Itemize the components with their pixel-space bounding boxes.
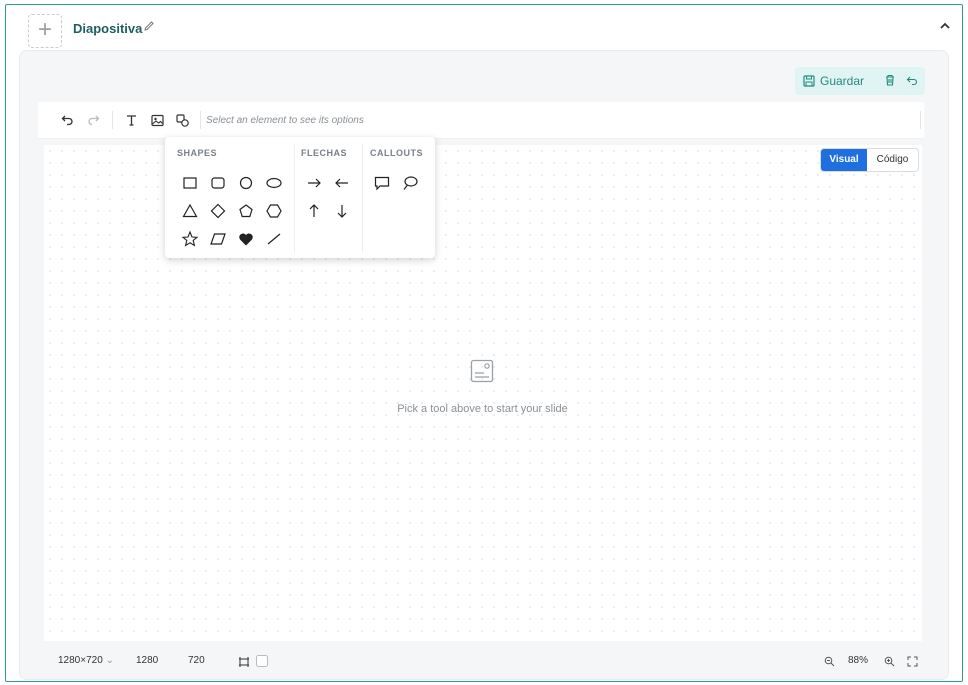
save-icon [803, 75, 815, 87]
toolbar-divider [112, 111, 113, 129]
shapes-header: SHAPES [177, 148, 218, 158]
menu-divider [362, 144, 363, 252]
add-slide-button[interactable]: + [28, 14, 62, 48]
hexagon-icon[interactable] [265, 202, 283, 220]
pencil-icon[interactable] [143, 20, 155, 32]
ellipse-icon[interactable] [265, 174, 283, 192]
callouts-header: CALLOUTS [370, 148, 423, 158]
height-field[interactable]: 720 [188, 655, 205, 666]
toolbar-hint: Select an element to see its options [206, 115, 364, 126]
save-button[interactable]: Guardar [803, 74, 864, 88]
code-tab[interactable]: Código [867, 149, 918, 171]
menu-divider [294, 144, 295, 252]
circle-icon[interactable] [237, 174, 255, 192]
zoom-out-icon[interactable] [824, 656, 835, 667]
rounded-rectangle-icon[interactable] [209, 174, 227, 192]
toolbar-divider [920, 111, 921, 129]
width-field[interactable]: 1280 [136, 655, 158, 666]
triangle-icon[interactable] [181, 202, 199, 220]
trash-icon[interactable] [883, 73, 897, 87]
plus-icon: + [37, 16, 52, 43]
undo-icon[interactable] [60, 113, 75, 128]
size-preset-select[interactable]: 1280×720 ⌄ [58, 655, 114, 666]
toolbar-divider [200, 111, 201, 129]
zoom-in-icon[interactable] [884, 656, 895, 667]
arrow-down-icon[interactable] [333, 202, 351, 220]
visual-tab[interactable]: Visual [821, 149, 867, 171]
chevron-up-icon[interactable] [936, 17, 954, 35]
panel-title: Diapositiva [73, 21, 143, 36]
rectangle-icon[interactable] [181, 174, 199, 192]
diamond-icon[interactable] [209, 202, 227, 220]
action-bar: Guardar [795, 67, 925, 95]
return-icon[interactable] [905, 73, 919, 87]
editor-toolbar: Select an element to see its options [38, 102, 924, 139]
pentagon-icon[interactable] [237, 202, 255, 220]
speech-bubble-icon[interactable] [373, 174, 391, 192]
star-icon[interactable] [181, 230, 199, 248]
shapes-dropdown: SHAPES FLECHAS CALLOUTS [165, 137, 435, 258]
fit-screen-icon[interactable] [907, 656, 918, 667]
zoom-level: 88% [848, 655, 869, 666]
parallelogram-icon[interactable] [209, 230, 227, 248]
chevron-down-icon: ⌄ [105, 655, 114, 666]
save-label: Guardar [820, 74, 865, 88]
image-tool-icon[interactable] [150, 113, 165, 128]
arrow-left-icon[interactable] [333, 174, 351, 192]
arrow-up-icon[interactable] [305, 202, 323, 220]
arrow-right-icon[interactable] [305, 174, 323, 192]
status-bar: 1280×720 ⌄ 1280 720 88% [38, 648, 924, 676]
checkbox[interactable] [256, 655, 268, 667]
empty-canvas-message: Pick a tool above to start your slide [397, 403, 568, 415]
text-tool-icon[interactable] [124, 113, 139, 128]
shapes-tool-icon[interactable] [175, 113, 190, 128]
frame-icon[interactable] [238, 656, 250, 668]
size-preset-value: 1280×720 [58, 655, 103, 666]
line-icon[interactable] [265, 230, 283, 248]
redo-icon[interactable] [86, 113, 101, 128]
view-toggle: Visual Código [820, 148, 919, 172]
arrows-header: FLECHAS [301, 148, 347, 158]
thought-bubble-icon[interactable] [401, 174, 419, 192]
slide-placeholder-icon [470, 359, 494, 383]
heart-icon[interactable] [237, 230, 255, 248]
